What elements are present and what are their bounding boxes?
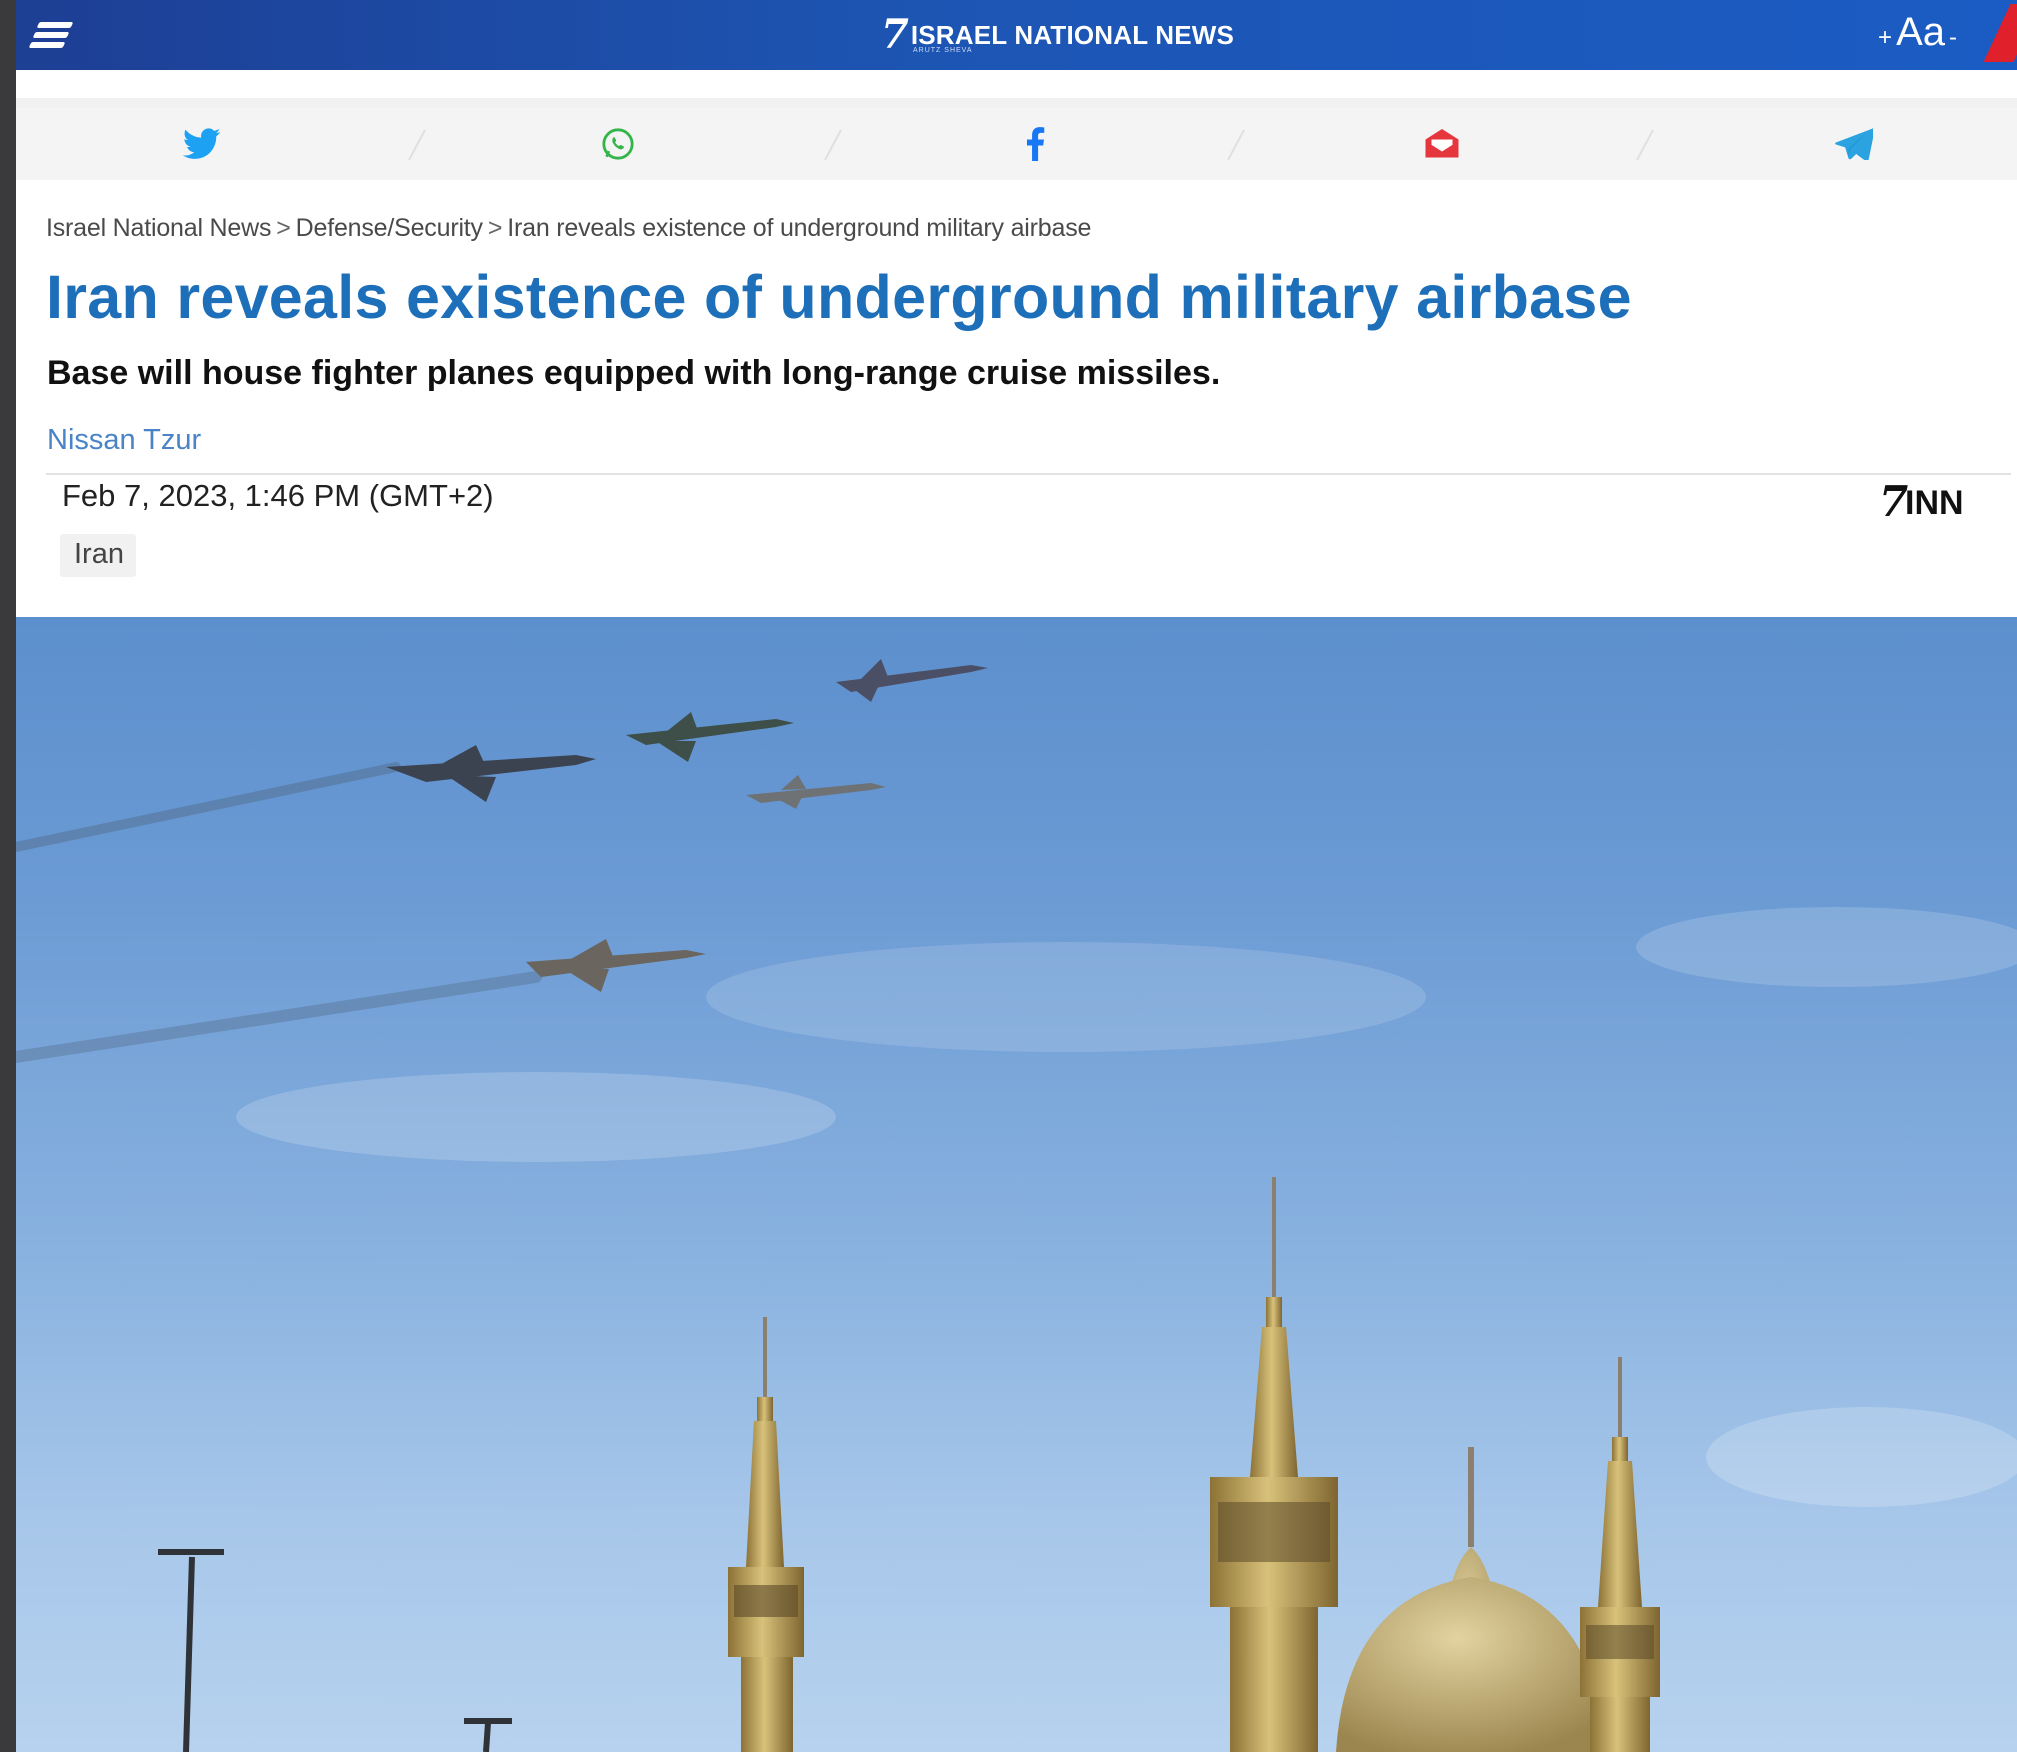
telegram-icon [1835, 128, 1873, 160]
meta-divider [46, 473, 2011, 475]
topic-tag[interactable]: Iran [60, 534, 136, 577]
breadcrumb-separator: > [487, 214, 503, 242]
share-divider [1636, 129, 1654, 161]
facebook-icon [1026, 127, 1045, 161]
minaret [728, 1317, 804, 1752]
article-subtitle: Base will house fighter planes equipped … [47, 354, 1221, 392]
dome [1336, 1447, 1606, 1752]
email-icon [1425, 129, 1459, 158]
twitter-share-button[interactable] [180, 124, 224, 164]
font-size-control: + Aa - [1878, 10, 1957, 55]
email-share-button[interactable] [1420, 124, 1464, 164]
breadcrumb-home-link[interactable]: Israel National News [46, 214, 271, 242]
svg-text:7: 7 [1879, 478, 1908, 526]
font-decrease-button[interactable]: - [1949, 24, 1957, 52]
inn-brand-logo: 7 INN [1879, 478, 1964, 526]
share-bar [16, 108, 2017, 180]
twitter-icon [183, 128, 221, 159]
breadcrumb-separator: > [276, 214, 291, 242]
site-name: ISRAEL NATIONAL NEWS [910, 19, 1235, 50]
whatsapp-icon [602, 128, 634, 160]
publish-date: Feb 7, 2023, 1:46 PM (GMT+2) [62, 478, 494, 513]
inn-brand-text: INN [1905, 484, 1964, 522]
hamburger-menu-icon[interactable] [28, 22, 74, 52]
jet [386, 745, 596, 802]
logo-seven-mark: 7 [881, 11, 909, 58]
hero-image-artwork [16, 659, 2017, 1752]
red-accent-tab [1983, 4, 2017, 62]
breadcrumb: Israel National News > Defense/Security > Ir… [46, 214, 1091, 243]
breadcrumb-section-link[interactable]: Defense/Security [296, 214, 483, 242]
minaret [1210, 1177, 1338, 1752]
site-logo[interactable]: 7 ISRAEL NATIONAL NEWS ARUTZ SHEVA [881, 14, 1234, 56]
font-size-label: Aa [1896, 10, 1945, 54]
article-hero-image [16, 617, 2017, 1752]
telegram-share-button[interactable] [1832, 124, 1876, 164]
breadcrumb-current: Iran reveals existence of underground mi… [507, 214, 1092, 242]
site-header: 7 ISRAEL NATIONAL NEWS ARUTZ SHEVA + Aa … [16, 0, 2017, 70]
header-spacer [16, 70, 2017, 108]
share-divider [1227, 129, 1245, 161]
browser-page: 7 ISRAEL NATIONAL NEWS ARUTZ SHEVA + Aa … [16, 0, 2017, 1752]
facebook-share-button[interactable] [1013, 124, 1057, 164]
logo-subtitle: ARUTZ SHEVA [913, 47, 973, 54]
share-divider [408, 129, 426, 161]
font-increase-button[interactable]: + [1878, 24, 1892, 52]
article-title: Iran reveals existence of underground mi… [46, 263, 1632, 331]
minaret [1580, 1357, 1660, 1752]
whatsapp-share-button[interactable] [596, 124, 640, 164]
share-divider [824, 129, 842, 161]
author-link[interactable]: Nissan Tzur [47, 424, 201, 457]
